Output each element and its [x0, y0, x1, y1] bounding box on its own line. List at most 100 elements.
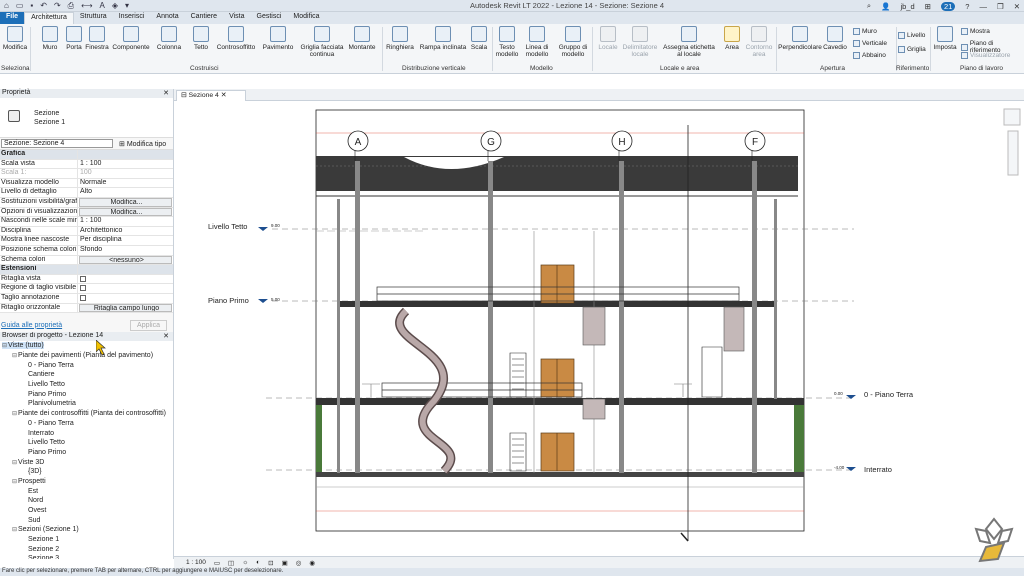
shadows-icon[interactable]: ◐: [256, 559, 260, 566]
gruppo-modello-button[interactable]: Gruppo di modello: [556, 26, 590, 58]
mostra-button[interactable]: Mostra: [961, 28, 990, 35]
level-name-livello-tetto[interactable]: Livello Tetto: [208, 222, 247, 231]
level-name-piano-terra[interactable]: 0 - Piano Terra: [864, 390, 914, 399]
tree-group[interactable]: ⊟ Piante dei pavimenti (Pianta del pavime…: [0, 351, 173, 361]
abbaino-button[interactable]: Abbaino: [853, 52, 886, 59]
checkbox[interactable]: [80, 294, 86, 301]
text-icon[interactable]: A: [100, 1, 105, 11]
measure-icon[interactable]: ⟷: [81, 1, 92, 11]
help-icon[interactable]: ?: [965, 2, 969, 11]
scala-button[interactable]: Scala: [468, 26, 490, 51]
type-selector[interactable]: Sezione Sezione 1: [0, 98, 173, 138]
open-icon[interactable]: ▭: [16, 1, 24, 11]
user-name[interactable]: jb_d: [900, 2, 914, 11]
sun-path-icon[interactable]: ☼: [242, 559, 248, 566]
section-view[interactable]: A G H F Livello Tetto 9.00 Piano Primo 5…: [174, 101, 1024, 556]
view-tab-sezione-4[interactable]: ⊟ Sezione 4 ✕: [176, 90, 246, 101]
tree-item[interactable]: Nord: [0, 496, 173, 506]
tree-item[interactable]: Livello Tetto: [0, 380, 173, 390]
locale-button[interactable]: Locale: [596, 26, 620, 51]
tree-item[interactable]: Interrato: [0, 428, 173, 438]
user-icon[interactable]: 👤: [881, 2, 890, 11]
tree-group[interactable]: ⊟ Sezioni (Sezione 1): [0, 525, 173, 535]
property-value[interactable]: 100: [78, 169, 173, 178]
tab-cantiere[interactable]: Cantiere: [185, 12, 223, 24]
apply-button[interactable]: Applica: [130, 319, 167, 331]
visualizzatore-button[interactable]: Visualizzatore: [961, 52, 1010, 59]
property-value[interactable]: Normale: [78, 179, 173, 188]
cart-icon[interactable]: ⊞: [925, 2, 931, 11]
modifica-button[interactable]: Modifica: [1, 26, 29, 51]
imposta-button[interactable]: Imposta: [932, 26, 958, 51]
tree-group[interactable]: ⊟ Viste (tutto): [0, 341, 173, 351]
finestra-button[interactable]: Finestra: [85, 26, 109, 51]
tree-item[interactable]: Sezione 2: [0, 544, 173, 554]
tree-item[interactable]: Planivolumetria: [0, 399, 173, 409]
close-icon[interactable]: ✕: [163, 89, 169, 98]
property-value[interactable]: 1 : 100: [78, 160, 173, 169]
delimitatore-locale-button[interactable]: Delimitatore locale: [620, 26, 660, 58]
print-icon[interactable]: ⎙: [68, 1, 74, 11]
instance-filter-dropdown[interactable]: Sezione: Sezione 4: [1, 139, 113, 148]
property-checkbox[interactable]: [78, 275, 173, 284]
tree-item[interactable]: Est: [0, 486, 173, 496]
view-cube-icon[interactable]: [1003, 108, 1021, 126]
maximize-icon[interactable]: ❐: [997, 2, 1004, 11]
notification-badge[interactable]: 21: [940, 1, 956, 11]
group-locale-area[interactable]: Locale e area: [660, 65, 699, 72]
show-crop-icon[interactable]: ▣: [282, 559, 288, 567]
group-seleziona[interactable]: Seleziona: [1, 65, 30, 72]
view-scale[interactable]: 1 : 100: [186, 559, 206, 566]
navigation-bar[interactable]: [1003, 108, 1021, 176]
tree-item[interactable]: Cantiere: [0, 370, 173, 380]
apertura-muro-button[interactable]: Muro: [853, 28, 877, 35]
tree-item[interactable]: Piano Primo: [0, 389, 173, 399]
redo-icon[interactable]: ↷: [54, 1, 61, 11]
colonna-button[interactable]: Colonna: [155, 26, 183, 51]
property-checkbox[interactable]: [78, 294, 173, 303]
perpendicolare-button[interactable]: Perpendicolare: [778, 26, 822, 51]
checkbox[interactable]: [80, 285, 86, 292]
search-icon[interactable]: ⌕: [867, 1, 871, 11]
property-button[interactable]: Ritaglia campo lungo: [79, 303, 172, 313]
drawing-canvas[interactable]: A G H F Livello Tetto 9.00 Piano Primo 5…: [174, 101, 1024, 556]
area-button[interactable]: Area: [720, 26, 744, 51]
3d-icon[interactable]: ◈: [112, 1, 118, 11]
property-button[interactable]: Modifica...: [79, 197, 172, 207]
tree-group[interactable]: ⊟ Piante dei controsoffitti (Pianta dei c…: [0, 409, 173, 419]
tree-item[interactable]: Livello Tetto: [0, 438, 173, 448]
griglia-facciata-button[interactable]: Griglia facciata continua: [298, 26, 346, 58]
tree-item[interactable]: {3D}: [0, 467, 173, 477]
montante-button[interactable]: Montante: [346, 26, 378, 51]
tab-struttura[interactable]: Struttura: [74, 12, 113, 24]
controsoffitto-button[interactable]: Controsoffitto: [213, 26, 259, 51]
testo-modello-button[interactable]: Testo modello: [494, 26, 520, 58]
griglia-button[interactable]: Griglia: [898, 46, 926, 53]
close-icon[interactable]: ✕: [1014, 2, 1020, 11]
tree-item[interactable]: Piano Primo: [0, 448, 173, 458]
crop-view-icon[interactable]: ⊡: [268, 559, 273, 567]
componente-button[interactable]: Componente: [110, 26, 152, 51]
property-value[interactable]: Architettonico: [78, 227, 173, 236]
linea-modello-button[interactable]: Linea di modello: [522, 26, 552, 58]
reveal-hidden-icon[interactable]: ◉: [309, 559, 315, 567]
visual-style-icon[interactable]: ◫: [228, 559, 234, 567]
tree-item[interactable]: Sezione 3: [0, 554, 173, 559]
ringhiera-button[interactable]: Ringhiera: [384, 26, 416, 51]
edit-type-button[interactable]: ⊞ Modifica tipo: [119, 140, 166, 148]
tree-item[interactable]: Sud: [0, 515, 173, 525]
property-category[interactable]: Estensioni: [0, 265, 173, 275]
property-value[interactable]: Sfondo: [78, 246, 173, 255]
property-button[interactable]: Modifica...: [79, 207, 172, 217]
tab-vista[interactable]: Vista: [223, 12, 250, 24]
muro-button[interactable]: Muro: [38, 26, 62, 51]
properties-help-link[interactable]: Guida alle proprietà: [1, 322, 62, 329]
pavimento-button[interactable]: Pavimento: [261, 26, 295, 51]
property-value[interactable]: 1 : 100: [78, 217, 173, 226]
close-icon[interactable]: ✕: [163, 332, 169, 341]
tree-item[interactable]: 0 - Piano Terra: [0, 419, 173, 429]
level-name-interrato[interactable]: Interrato: [864, 465, 892, 474]
tree-item[interactable]: 0 - Piano Terra: [0, 360, 173, 370]
property-value[interactable]: Per disciplina: [78, 236, 173, 245]
section-end-marker[interactable]: [680, 532, 689, 542]
